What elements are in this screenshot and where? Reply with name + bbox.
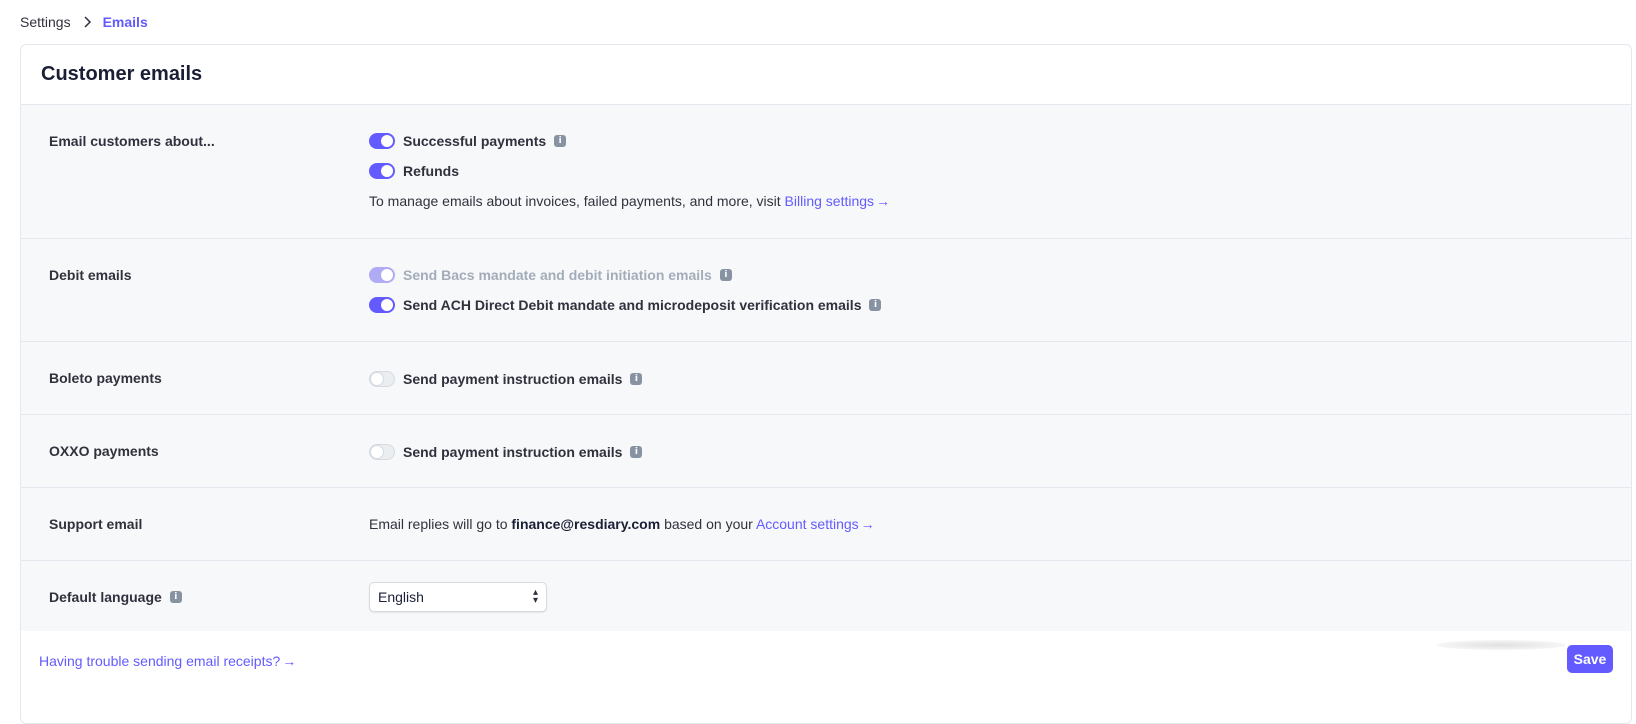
section-content: Send Bacs mandate and debit initiation e… bbox=[369, 265, 1611, 315]
billing-note: To manage emails about invoices, failed … bbox=[369, 193, 1611, 209]
card-footer: Having trouble sending email receipts? → … bbox=[21, 631, 1631, 691]
section-label: Email customers about... bbox=[49, 133, 215, 149]
breadcrumb-settings-link[interactable]: Settings bbox=[20, 14, 71, 30]
toggle-row-boleto: Send payment instruction emails i bbox=[369, 369, 1611, 389]
ach-toggle[interactable] bbox=[369, 297, 395, 313]
toggle-row-oxxo: Send payment instruction emails i bbox=[369, 442, 1611, 462]
breadcrumb-current: Emails bbox=[102, 14, 148, 30]
toggle-row-bacs: Send Bacs mandate and debit initiation e… bbox=[369, 265, 1611, 285]
toggle-label: Send payment instruction emails bbox=[403, 371, 623, 387]
toggle-row-successful-payments: Successful payments i bbox=[369, 131, 1611, 151]
toggle-label: Send payment instruction emails bbox=[403, 444, 623, 460]
oxxo-toggle[interactable] bbox=[369, 444, 395, 460]
section-email-customers: Email customers about... Successful paym… bbox=[21, 105, 1631, 239]
floating-shadow bbox=[1436, 640, 1566, 650]
info-icon[interactable]: i bbox=[869, 299, 882, 311]
support-email-text: Email replies will go to finance@resdiar… bbox=[369, 516, 1611, 532]
breadcrumb: Settings Emails bbox=[20, 14, 148, 30]
account-settings-link[interactable]: Account settings → bbox=[756, 516, 875, 532]
section-label: Boleto payments bbox=[49, 370, 162, 386]
billing-settings-link[interactable]: Billing settings → bbox=[785, 193, 891, 209]
support-middle: based on your bbox=[664, 516, 753, 532]
info-icon[interactable]: i bbox=[719, 269, 732, 281]
successful-payments-toggle[interactable] bbox=[369, 133, 395, 149]
arrow-right-icon: → bbox=[282, 653, 297, 669]
info-icon[interactable]: i bbox=[169, 591, 182, 603]
language-select-value: English bbox=[378, 589, 424, 605]
section-boleto: Boleto payments Send payment instruction… bbox=[21, 342, 1631, 415]
chevron-right-icon bbox=[84, 16, 91, 28]
billing-note-text: To manage emails about invoices, failed … bbox=[369, 193, 781, 209]
page-title: Customer emails bbox=[41, 63, 203, 85]
email-receipts-help-link[interactable]: Having trouble sending email receipts? → bbox=[39, 653, 296, 669]
toggle-label: Successful payments bbox=[403, 133, 547, 149]
arrow-right-icon: → bbox=[876, 193, 891, 209]
toggle-row-refunds: Refunds bbox=[369, 161, 1611, 181]
section-oxxo: OXXO payments Send payment instruction e… bbox=[21, 415, 1631, 488]
section-content: Successful payments i Refunds To manage … bbox=[369, 131, 1611, 209]
support-email-address: finance@resdiary.com bbox=[511, 516, 661, 532]
toggle-label: Refunds bbox=[403, 163, 459, 179]
toggle-label: Send Bacs mandate and debit initiation e… bbox=[403, 267, 712, 283]
language-select[interactable]: English ▴ ▾ bbox=[369, 582, 547, 612]
section-support-email: Support email Email replies will go to f… bbox=[21, 488, 1631, 561]
section-debit-emails: Debit emails Send Bacs mandate and debit… bbox=[21, 239, 1631, 342]
bacs-toggle bbox=[369, 267, 395, 283]
section-default-language: Default language i English ▴ ▾ bbox=[21, 561, 1631, 634]
toggle-row-ach: Send ACH Direct Debit mandate and microd… bbox=[369, 295, 1611, 315]
section-label: Debit emails bbox=[49, 267, 132, 283]
arrow-right-icon: → bbox=[860, 516, 875, 532]
info-icon[interactable]: i bbox=[630, 446, 643, 458]
save-button[interactable]: Save bbox=[1567, 645, 1613, 673]
chevron-up-down-icon: ▴ ▾ bbox=[532, 587, 538, 606]
support-prefix: Email replies will go to bbox=[369, 516, 508, 532]
boleto-toggle[interactable] bbox=[369, 371, 395, 387]
refunds-toggle[interactable] bbox=[369, 163, 395, 179]
toggle-label: Send ACH Direct Debit mandate and microd… bbox=[403, 297, 862, 313]
section-content: Send payment instruction emails i bbox=[369, 442, 1611, 462]
section-content: Send payment instruction emails i bbox=[369, 369, 1611, 389]
customer-emails-card: Customer emails Email customers about...… bbox=[20, 44, 1632, 724]
card-header: Customer emails bbox=[21, 45, 1631, 105]
section-content: English ▴ ▾ bbox=[369, 582, 1611, 612]
default-language-label: Default language bbox=[49, 589, 162, 605]
section-label: OXXO payments bbox=[49, 443, 159, 459]
section-label: Support email bbox=[49, 516, 143, 532]
info-icon[interactable]: i bbox=[554, 135, 567, 147]
section-label: Default language i bbox=[49, 589, 182, 605]
info-icon[interactable]: i bbox=[630, 373, 643, 385]
